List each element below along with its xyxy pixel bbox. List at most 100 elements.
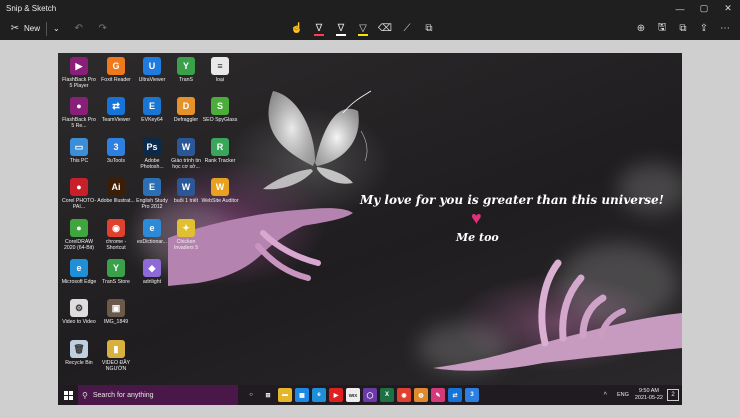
desktop-icon[interactable]: E EVKey64 [134,97,170,123]
share-icon[interactable]: ⇪ [695,19,713,37]
taskbar-app-icon[interactable]: ◉ [397,388,411,402]
start-button[interactable] [58,385,78,405]
crop-icon[interactable]: ⧉ [420,19,438,37]
desktop-icon[interactable]: ▮ VIDEO ĐẦY NGƯỜN [98,340,134,372]
reply-message: Me too [456,231,499,244]
app-icon: ✦ [177,219,195,237]
zoom-icon[interactable]: ⊕ [632,19,650,37]
captured-screenshot[interactable]: My love for you is greater than this uni… [58,53,682,405]
desktop-icon[interactable]: Ai Adobe Illustrat... [97,178,135,204]
desktop-icon[interactable]: 3 3uTools [98,138,134,164]
taskbar-apps: ○ ⊞ ▬ ▦ e ▶ WIX ◯ X ◉ ◍ ✎ ⇄ 3 [244,388,479,402]
language-indicator[interactable]: ENG [617,392,629,398]
canvas-area: My love for you is greater than this uni… [0,40,740,418]
notification-icon[interactable]: 2 [667,389,679,401]
desktop-icon[interactable]: D Defraggler [168,97,204,123]
desktop-icon[interactable]: ▭ This PC [61,138,97,164]
app-icon: ▮ [107,340,125,358]
desktop-icon[interactable]: ◉ chrome - Shortcut [98,219,134,251]
desktop-icon[interactable]: ▣ IMG_1849 [98,299,134,325]
taskbar-app-icon[interactable]: e [312,388,326,402]
right-hand-illustration [433,259,682,371]
chevron-down-icon[interactable]: ⌄ [53,24,60,33]
taskbar-app-icon[interactable]: 3 [465,388,479,402]
undo-icon[interactable]: ↶ [70,20,88,38]
touch-writing-icon[interactable]: ☝ [288,19,306,37]
desktop-icon[interactable]: U UltraViewer [134,57,170,83]
desktop-icon[interactable]: W Giáo trình tin học cơ sở... [168,138,204,170]
app-icon: U [143,57,161,75]
desktop-icon-label: CorelDRAW 2020 (64-Bit) [64,239,94,251]
desktop-icon-label: esDictionar... [137,239,167,245]
app-icon: ▭ [70,138,88,156]
taskbar-app-icon[interactable]: ⇄ [448,388,462,402]
desktop-icon[interactable]: ● CorelDRAW 2020 (64-Bit) [61,219,97,251]
taskbar-search[interactable]: ⚲ Search for anything [78,385,238,405]
desktop-icon-label: FlashBack Pro 5 Re... [62,117,96,129]
desktop-icon[interactable]: e Microsoft Edge [61,259,97,285]
desktop-icon[interactable]: 🗑 Recycle Bin [61,340,97,366]
desktop-icon[interactable]: e esDictionar... [134,219,170,245]
app-icon: W [211,178,229,196]
desktop-icon-label: Foxit Reader [101,77,131,83]
taskbar-app-icon[interactable]: ▬ [278,388,292,402]
desktop-icon[interactable]: G Foxit Reader [98,57,134,83]
chevron-up-icon[interactable]: ^ [604,392,607,399]
app-icon: ● [70,219,88,237]
desktop-icon[interactable]: W WebSite Auditor [201,178,239,204]
desktop-icon-label: Microsoft Edge [61,279,97,285]
taskbar-app-icon[interactable]: ◯ [363,388,377,402]
desktop-icon-label: Defraggler [173,117,199,123]
more-icon[interactable]: ⋯ [716,19,734,37]
desktop-icon[interactable]: ⚙ Video to Video [61,299,97,325]
clock[interactable]: 9:50 AM 2021-05-22 [635,388,663,402]
desktop-icon[interactable]: ◆ adrilight [134,259,170,285]
highlighter-icon[interactable]: ▽ [354,19,372,37]
minimize-button[interactable]: — [668,0,692,17]
app-icon: Ps [143,138,161,156]
redo-icon[interactable]: ↷ [94,20,112,38]
desktop-icon[interactable]: Ps Adobe Photosh... [134,138,170,170]
desktop-icon[interactable]: ⇄ TeamViewer [98,97,134,123]
heart-icon: ♥ [471,208,482,228]
app-icon: Y [177,57,195,75]
desktop-icon[interactable]: Y TranS [168,57,204,83]
desktop-icon-label: Recycle Bin [65,360,93,366]
desktop-icon[interactable]: ✦ Chicken Invaders 5 [168,219,204,251]
desktop-icon-label: Adobe Illustrat... [97,198,135,204]
close-button[interactable]: ✕ [716,0,740,17]
taskbar-app-icon[interactable]: ○ [244,388,258,402]
desktop-icon-label: FlashBack Pro 5 Player [62,77,96,89]
toolbar: ✂ New ⌄ ↶ ↷ ☝ ∇ ∇ ▽ ⌫ ⟋ ⧉ ⊕ 🖫 ⧉ ⇪ ⋯ [0,17,740,40]
taskbar-app-icon[interactable]: WIX [346,388,360,402]
taskbar-app-icon[interactable]: X [380,388,394,402]
desktop-icon[interactable]: ≡ loại [202,57,238,83]
system-tray: ^ ENG 9:50 AM 2021-05-22 2 [604,385,682,405]
copy-icon[interactable]: ⧉ [674,19,692,37]
taskbar-app-icon[interactable]: ◍ [414,388,428,402]
title-bar: Snip & Sketch — ▢ ✕ [0,0,740,17]
app-icon: ≡ [211,57,229,75]
new-snip-button[interactable]: ✂ New ⌄ [6,19,60,39]
desktop-icon[interactable]: S SEO SpyGlass [202,97,238,123]
desktop-icon[interactable]: Y TranS Store [98,259,134,285]
taskbar-app-icon[interactable]: ⊞ [261,388,275,402]
desktop-icon[interactable]: ● FlashBack Pro 5 Re... [61,97,97,129]
taskbar-app-icon[interactable]: ✎ [431,388,445,402]
desktop-icon[interactable]: Wbuổi 1 triết [168,178,204,204]
app-icon: E [143,97,161,115]
desktop-icon[interactable]: ● Corel PHOTO-PAI... [61,178,97,210]
desktop-icon[interactable]: ▶ FlashBack Pro 5 Player [61,57,97,89]
save-icon[interactable]: 🖫 [653,19,671,37]
ballpoint-pen-icon[interactable]: ∇ [310,19,328,37]
taskbar-app-icon[interactable]: ▦ [295,388,309,402]
desktop-icon[interactable]: R Rank Tracker [202,138,238,164]
ruler-icon[interactable]: ⟋ [398,19,416,37]
desktop-icon-label: TranS Store [102,279,130,285]
pencil-icon[interactable]: ∇ [332,19,350,37]
desktop-icon[interactable]: E English Study Pro 2012 [134,178,170,210]
taskbar-app-icon[interactable]: ▶ [329,388,343,402]
maximize-button[interactable]: ▢ [692,0,716,17]
app-icon: ◆ [143,259,161,277]
eraser-icon[interactable]: ⌫ [376,19,394,37]
